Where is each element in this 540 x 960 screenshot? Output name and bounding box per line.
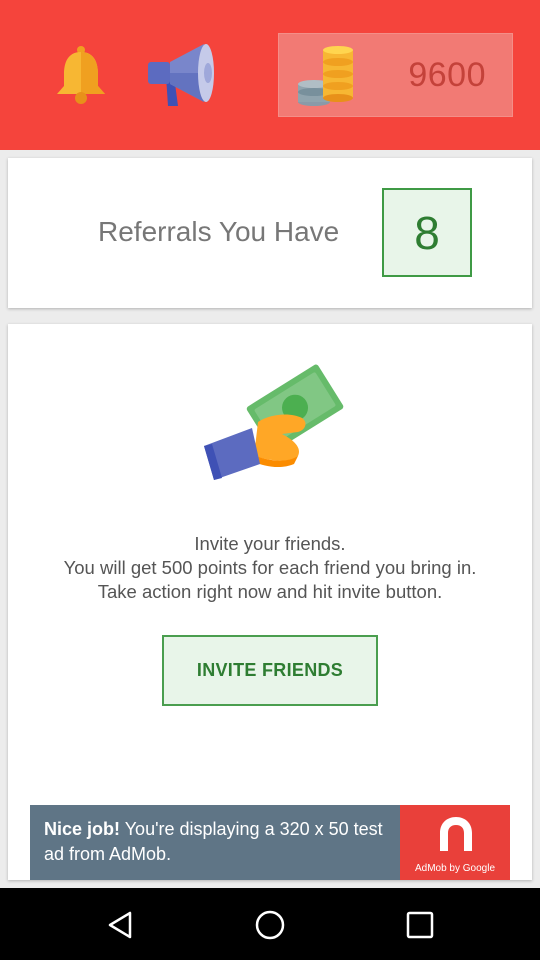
referrals-label: Referrals You Have	[98, 216, 340, 247]
home-circle-icon[interactable]	[253, 908, 287, 942]
back-triangle-icon[interactable]	[104, 908, 138, 942]
ad-text: Nice job! You're displaying a 320 x 50 t…	[44, 817, 394, 867]
app-header: 9600	[0, 0, 540, 150]
ad-headline: Nice job!	[44, 819, 121, 839]
admob-logo-area: AdMob by Google	[400, 805, 510, 880]
system-navigation-bar	[0, 888, 540, 960]
bell-icon[interactable]	[52, 44, 110, 104]
megaphone-icon[interactable]	[144, 40, 220, 110]
admob-logo-icon	[440, 817, 472, 851]
invite-line-1: Invite your friends.	[194, 533, 346, 554]
invite-description: Invite your friends. You will get 500 po…	[8, 532, 532, 604]
hand-with-money-icon	[204, 364, 344, 480]
points-balance[interactable]: 9600	[278, 33, 513, 117]
admob-caption: AdMob by Google	[414, 863, 496, 874]
referrals-count: 8	[382, 188, 472, 277]
invite-line-3: Take action right now and hit invite but…	[97, 581, 443, 602]
coins-icon	[298, 46, 353, 106]
invite-line-2: You will get 500 points for each friend …	[63, 557, 477, 578]
invite-friends-button[interactable]: INVITE FRIENDS	[162, 635, 378, 706]
referrals-card: Referrals You Have 8	[8, 158, 532, 308]
recents-square-icon[interactable]	[403, 908, 437, 942]
invite-card: Invite your friends. You will get 500 po…	[8, 324, 532, 880]
points-value: 9600	[408, 56, 486, 94]
ad-banner[interactable]: Nice job! You're displaying a 320 x 50 t…	[30, 805, 510, 880]
